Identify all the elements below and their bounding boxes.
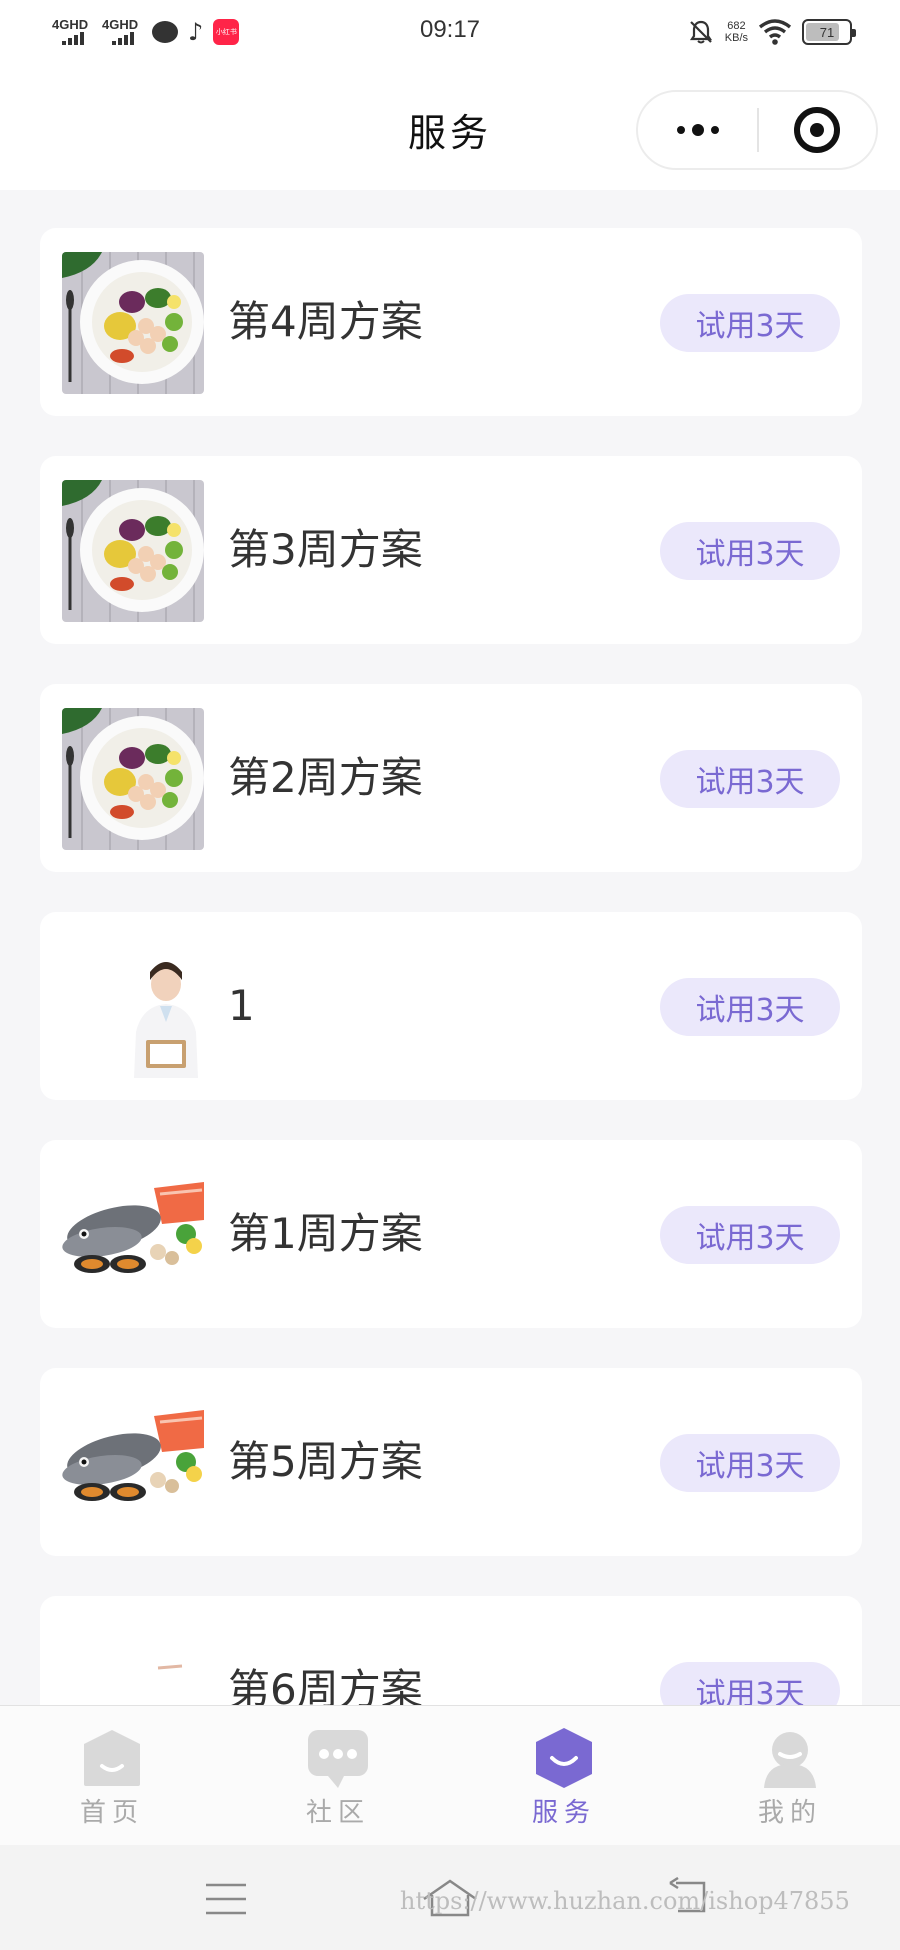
- salad-plate-thumbnail: [62, 252, 204, 394]
- target-close-icon: [794, 107, 841, 153]
- trial-button[interactable]: 试用3天: [660, 294, 840, 352]
- home-icon: [80, 1728, 144, 1788]
- plan-card[interactable]: 第3周方案 试用3天: [40, 456, 862, 644]
- plan-title: 第2周方案: [228, 753, 423, 802]
- tab-chat[interactable]: 社区: [278, 1728, 398, 1829]
- plan-title: 第1周方案: [228, 1209, 423, 1258]
- trial-button[interactable]: 试用3天: [660, 1206, 840, 1264]
- mini-program-capsule: [636, 90, 878, 170]
- plan-card[interactable]: 第1周方案 试用3天: [40, 1140, 862, 1328]
- plan-title: 1: [228, 981, 255, 1030]
- watermark-text: https://www.huzhan.com/ishop47855: [400, 1887, 850, 1915]
- tab-home[interactable]: 首页: [52, 1728, 172, 1829]
- plan-title: 第5周方案: [228, 1437, 423, 1486]
- status-bar: 4GHD 4GHD ♪ 小红书 09:17 682 KB/s 71: [0, 0, 900, 68]
- wifi-icon: [758, 19, 792, 45]
- mute-bell-icon: [689, 20, 712, 44]
- tab-label: 我的: [757, 1798, 822, 1828]
- status-right-icons: 682 KB/s 71: [687, 18, 856, 46]
- top-nav-bar: 服务: [0, 68, 900, 190]
- plan-card[interactable]: 1 试用3天: [40, 912, 862, 1100]
- trial-button[interactable]: 试用3天: [660, 750, 840, 808]
- salad-plate-thumbnail: [62, 708, 204, 850]
- tab-profile[interactable]: 我的: [730, 1728, 850, 1829]
- chat-icon: [306, 1728, 370, 1788]
- plan-title: 第4周方案: [228, 297, 423, 346]
- close-mini-program-button[interactable]: [759, 92, 876, 168]
- more-options-button[interactable]: [638, 92, 757, 168]
- doctor-photo-thumbnail: [62, 936, 204, 1078]
- system-navigation-bar: https://www.huzhan.com/ishop47855: [0, 1845, 900, 1950]
- tab-service[interactable]: 服务: [504, 1728, 624, 1829]
- plan-card[interactable]: 第2周方案 试用3天: [40, 684, 862, 872]
- seafood-photo-thumbnail: [62, 1164, 204, 1306]
- menu-icon[interactable]: [204, 1881, 248, 1917]
- tab-label: 服务: [531, 1798, 596, 1828]
- service-icon: [532, 1728, 596, 1788]
- trial-button[interactable]: 试用3天: [660, 1434, 840, 1492]
- profile-icon: [758, 1728, 822, 1788]
- trial-button[interactable]: 试用3天: [660, 522, 840, 580]
- network-speed: 682 KB/s: [724, 20, 748, 44]
- bottom-tab-bar: 首页 社区 服务 我的: [0, 1705, 900, 1845]
- plan-card[interactable]: 第4周方案 试用3天: [40, 228, 862, 416]
- salad-plate-thumbnail: [62, 480, 204, 622]
- plan-title: 第3周方案: [228, 525, 423, 574]
- tab-label: 社区: [305, 1798, 370, 1828]
- trial-button[interactable]: 试用3天: [660, 978, 840, 1036]
- seafood-photo-thumbnail: [62, 1392, 204, 1534]
- battery-icon: 71: [802, 19, 856, 45]
- plan-list: 第4周方案 试用3天 第3周方案 试用3天 第2周方案 试用3天 1 试用3天 第1周方案 试用3…: [40, 228, 862, 1824]
- plan-card[interactable]: 第5周方案 试用3天: [40, 1368, 862, 1556]
- tab-label: 首页: [79, 1798, 144, 1828]
